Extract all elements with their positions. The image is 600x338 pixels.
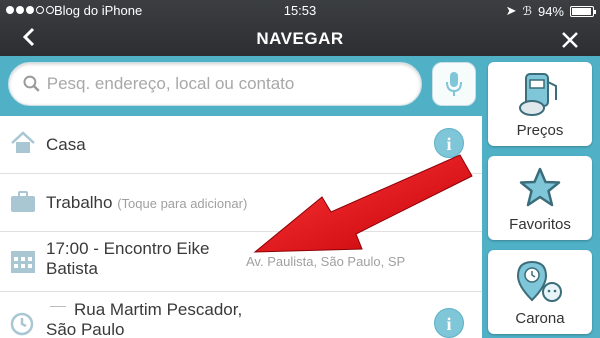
top-bar: Blog do iPhone 15:53 ➤ ℬ 94% NAVEGAR bbox=[0, 0, 600, 56]
list-item-label: Trabalho (Toque para adicionar) bbox=[46, 193, 247, 213]
search-input[interactable] bbox=[46, 74, 421, 94]
battery-icon bbox=[570, 5, 596, 17]
close-button[interactable] bbox=[560, 25, 580, 57]
work-title: Trabalho bbox=[46, 193, 113, 212]
favorites-label: Favoritos bbox=[509, 216, 571, 233]
divider-dash bbox=[50, 306, 66, 307]
status-bar: Blog do iPhone 15:53 ➤ ℬ 94% bbox=[0, 0, 600, 22]
home-icon bbox=[11, 131, 35, 153]
carpool-icon bbox=[516, 260, 562, 302]
calendar-icon bbox=[11, 251, 35, 273]
carpool-label: Carona bbox=[515, 310, 565, 327]
star-icon bbox=[519, 167, 561, 207]
carpool-button[interactable]: Carona bbox=[488, 250, 592, 334]
list-item-label: Casa bbox=[46, 135, 86, 154]
event-title-line1: 17:00 - Encontro Eike bbox=[46, 239, 210, 258]
search-bar[interactable] bbox=[8, 62, 422, 106]
info-button[interactable]: i bbox=[434, 128, 464, 158]
recent-title-line1: Rua Martim Pescador, bbox=[74, 300, 243, 319]
list-item-work[interactable]: Trabalho (Toque para adicionar) bbox=[0, 174, 482, 232]
list-item-event[interactable]: 17:00 - Encontro Eike Batista Av. Paulis… bbox=[0, 232, 482, 292]
recent-title-line2: São Paulo bbox=[46, 320, 125, 338]
event-address: Av. Paulista, São Paulo, SP bbox=[246, 254, 406, 269]
prices-button[interactable]: Preços bbox=[488, 62, 592, 146]
microphone-icon bbox=[446, 72, 462, 96]
info-button[interactable]: i bbox=[434, 308, 464, 338]
gas-pump-icon bbox=[519, 73, 557, 116]
location-icon: ➤ bbox=[505, 3, 517, 18]
nav-bar: NAVEGAR bbox=[0, 22, 600, 56]
favorites-button[interactable]: Favoritos bbox=[488, 156, 592, 240]
work-hint: (Toque para adicionar) bbox=[117, 196, 248, 211]
list-item-home[interactable]: Casa i bbox=[0, 116, 482, 174]
page-title: NAVEGAR bbox=[256, 29, 344, 48]
recent-title: Rua Martim Pescador, São Paulo bbox=[46, 300, 243, 338]
briefcase-icon bbox=[11, 191, 35, 212]
destination-list: Casa i Trabalho (Toque para adicionar) 1… bbox=[0, 116, 482, 338]
search-icon bbox=[23, 75, 40, 92]
bluetooth-icon: ℬ bbox=[522, 4, 532, 18]
prices-label: Preços bbox=[516, 122, 564, 139]
event-title-line2: Batista bbox=[46, 259, 98, 278]
voice-search-button[interactable] bbox=[432, 62, 476, 106]
list-item-recent[interactable]: Rua Martim Pescador, São Paulo i bbox=[0, 292, 482, 338]
close-icon bbox=[562, 32, 578, 48]
battery-percent: 94% bbox=[537, 3, 564, 19]
event-title: 17:00 - Encontro Eike Batista bbox=[46, 239, 209, 279]
clock-icon bbox=[10, 312, 34, 336]
